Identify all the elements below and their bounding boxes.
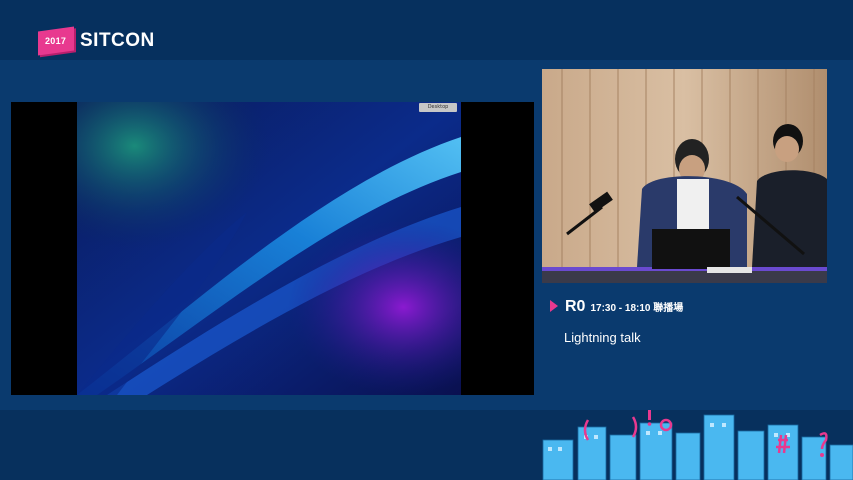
logo-year-badge: 2017 bbox=[38, 26, 74, 56]
city-illustration bbox=[542, 410, 853, 480]
sitcon-logo: 2017 SITCON bbox=[38, 26, 155, 56]
desktop-wallpaper bbox=[77, 102, 461, 395]
play-arrow-icon bbox=[550, 300, 558, 312]
logo-name: SITCON bbox=[80, 30, 155, 51]
logo-year: 2017 bbox=[45, 36, 67, 47]
screen-share-panel: Desktop bbox=[11, 102, 534, 395]
session-time: 17:30 - 18:10 聯播場 bbox=[590, 303, 684, 314]
room-label: R0 bbox=[565, 298, 586, 315]
session-heading: R0 17:30 - 18:10 聯播場 bbox=[550, 298, 683, 316]
session-title: Lightning talk bbox=[564, 330, 641, 345]
session-info: R0 17:30 - 18:10 聯播場 bbox=[550, 298, 683, 316]
speaker-camera-feed bbox=[542, 69, 827, 283]
desktop-button[interactable]: Desktop bbox=[419, 103, 457, 112]
